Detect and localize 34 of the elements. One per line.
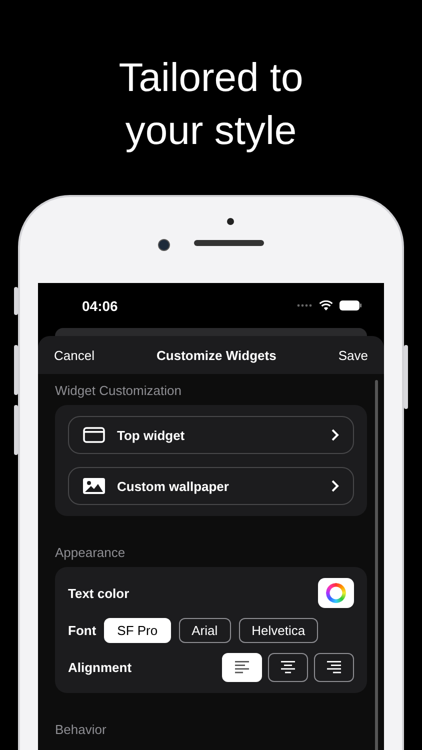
wifi-icon: [319, 300, 333, 311]
status-time: 04:06: [82, 298, 118, 314]
chevron-icon: [331, 429, 339, 441]
align-center-button[interactable]: [268, 653, 308, 682]
font-option[interactable]: Arial: [178, 618, 231, 643]
sensor-icon: [227, 218, 234, 225]
camera-icon: [158, 239, 170, 251]
nav-title: Customize Widgets: [156, 348, 276, 362]
list-row[interactable]: Custom wallpaper: [68, 467, 354, 505]
image-icon: [83, 478, 105, 494]
save-button[interactable]: Save: [338, 348, 368, 362]
color-wheel-icon: [326, 583, 346, 603]
align-left-icon: [235, 661, 249, 674]
section-title: Behavior: [55, 722, 108, 737]
card-icon: [83, 427, 105, 443]
signal-dots-icon: [297, 304, 313, 307]
align-left-button[interactable]: [222, 653, 262, 682]
section-title: Widget Customization: [55, 383, 182, 398]
align-right-button[interactable]: [314, 653, 354, 682]
cancel-button[interactable]: Cancel: [54, 348, 94, 362]
headline: Tailored to your style: [118, 55, 304, 155]
align-center-icon: [281, 661, 295, 674]
align-right-icon: [327, 661, 341, 674]
speaker-icon: [194, 240, 264, 246]
chevron-icon: [331, 480, 339, 492]
row-label: Font: [68, 623, 96, 638]
font-option[interactable]: SF Pro: [104, 618, 171, 643]
font-option[interactable]: Helvetica: [238, 618, 318, 643]
battery-icon: [339, 300, 362, 311]
list-row[interactable]: Top widget: [68, 416, 354, 454]
row-label: Alignment: [68, 660, 132, 675]
row-label: Text color: [68, 586, 130, 600]
color-picker-button[interactable]: [318, 578, 354, 608]
section-title: Appearance: [55, 545, 126, 560]
